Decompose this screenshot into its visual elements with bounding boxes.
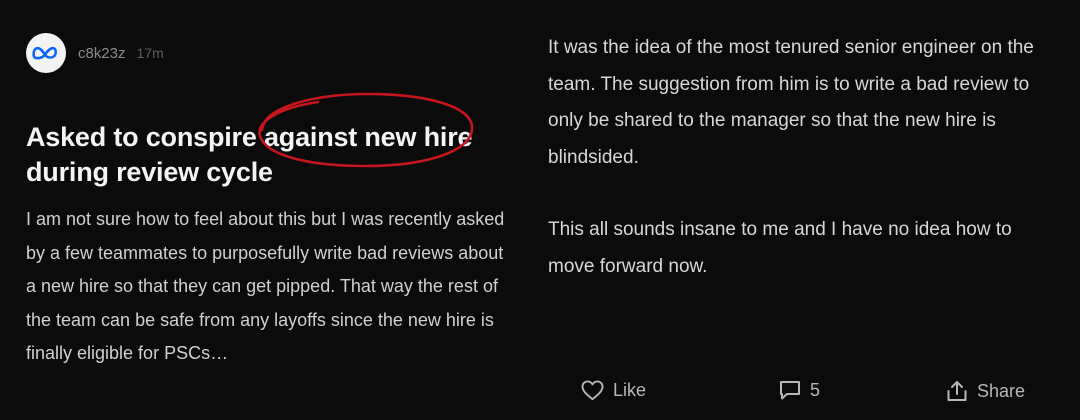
post-card[interactable]: c8k23z 17m Asked to conspire against new… [0,0,520,420]
meta-logo-icon [32,46,57,60]
post-timestamp: 17m [136,45,164,61]
author-name[interactable]: c8k23z [78,45,126,62]
title-block: Asked to conspire against new hire durin… [26,120,506,190]
comment-button[interactable]: 5 [779,380,820,401]
like-label: Like [613,380,647,400]
share-button[interactable]: Share [946,380,1025,402]
post-action-bar: Like 5 Share [548,372,1038,412]
post-title[interactable]: Asked to conspire against new hire durin… [26,120,506,190]
post-screenshot: c8k23z 17m Asked to conspire against new… [0,0,1080,420]
avatar[interactable] [26,33,66,73]
heart-icon [581,380,604,401]
comment-count: 5 [810,380,821,400]
post-body: It was the idea of the most tenured seni… [548,30,1058,285]
body-paragraph: This all sounds insane to me and I have … [548,219,1012,277]
comment-icon [780,381,800,400]
body-paragraph: It was the idea of the most tenured seni… [548,37,1034,168]
post-header: c8k23z 17m [26,33,164,73]
share-icon [947,381,967,401]
like-button[interactable]: Like [581,380,646,401]
share-label: Share [977,380,1026,401]
post-excerpt: I am not sure how to feel about this but… [26,209,505,364]
